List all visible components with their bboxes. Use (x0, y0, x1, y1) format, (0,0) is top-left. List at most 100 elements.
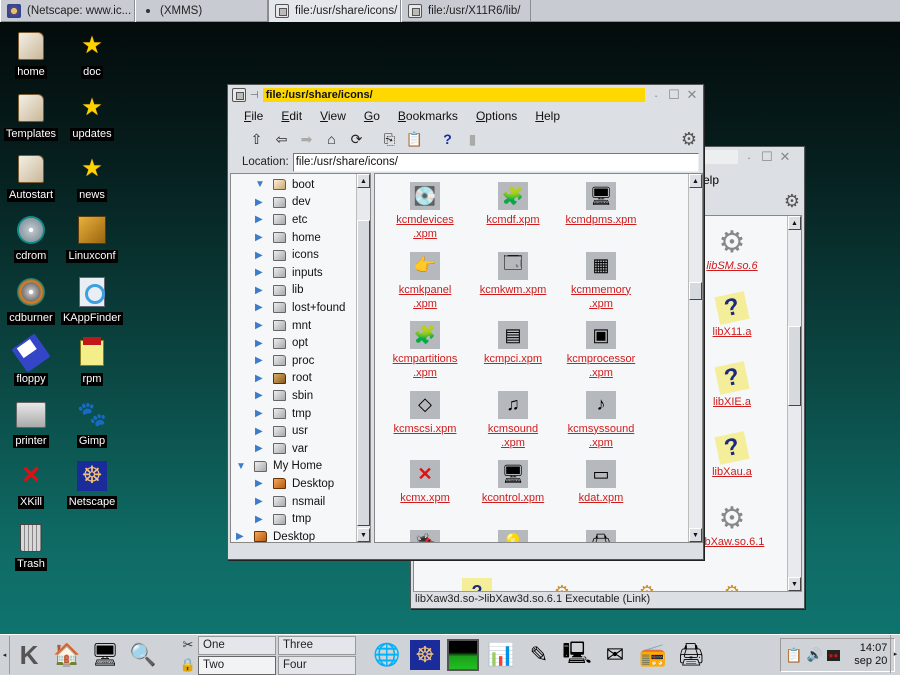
expand-arrow-icon[interactable]: ▶ (255, 390, 265, 401)
desktop-icon-news[interactable]: ★ news (61, 153, 123, 202)
kde-menu-button[interactable]: K (10, 636, 48, 674)
clipboard-icon[interactable]: 📋 (785, 647, 802, 664)
desktop-icon-cdburner[interactable]: cdburner (0, 276, 62, 325)
forward-button[interactable]: ➡ (294, 128, 319, 150)
window-menu-icon[interactable] (232, 88, 246, 102)
tree-item[interactable]: ▶ Desktop (255, 475, 334, 493)
file-item[interactable]: 👉 kcmkpanel .xpm (377, 251, 473, 311)
desktop-icon-xkill[interactable]: ✕ XKill (0, 460, 62, 509)
expand-arrow-icon[interactable]: ▶ (236, 531, 246, 542)
desktop-icon-updates[interactable]: ★ updates (61, 92, 123, 141)
help-button[interactable]: ? (435, 128, 460, 150)
tree-item[interactable]: ▶ lost+found (255, 299, 345, 317)
expand-arrow-icon[interactable]: ▶ (255, 373, 265, 384)
files-scrollbar[interactable]: ▲ ▼ (688, 174, 702, 542)
tree-item[interactable]: ▶ lib (255, 282, 304, 300)
task-xmms[interactable]: (XMMS) (135, 0, 268, 22)
desktop-icon-rpm[interactable]: rpm (61, 337, 123, 386)
clock[interactable]: 14:07 sep 20 (854, 642, 887, 668)
desktop-icon-gimp[interactable]: 🐾 Gimp (61, 399, 123, 448)
media-player-button[interactable]: 📻 (634, 636, 672, 674)
tree-item[interactable]: ▼ boot (255, 176, 314, 194)
minimize-button[interactable]: · (742, 150, 756, 165)
file-item[interactable]: 🖥 kcmdpms.xpm (553, 182, 649, 227)
find-files-button[interactable]: 🔍 (124, 636, 162, 674)
desktop-icon-floppy[interactable]: floppy (0, 333, 62, 386)
file-item[interactable]: ♪ kcmsyssound .xpm (553, 390, 649, 450)
desktop-two-button[interactable]: Two (198, 655, 276, 675)
tree-item[interactable]: ▶ opt (255, 334, 308, 352)
close-button[interactable]: ✕ (685, 87, 699, 102)
scroll-thumb[interactable] (689, 282, 702, 300)
expand-arrow-icon[interactable]: ▶ (255, 338, 265, 349)
file-item[interactable]: 🧩 kcmdf.xpm (465, 182, 561, 227)
pin-icon[interactable]: ⊣ (250, 90, 259, 101)
expand-arrow-icon[interactable]: ▶ (255, 426, 265, 437)
scroll-up-button[interactable]: ▲ (788, 216, 801, 230)
tree-item[interactable]: ▶ tmp (255, 405, 311, 423)
tree-item[interactable]: ▶ root (255, 370, 312, 388)
xmms-applet-icon[interactable]: ●● (826, 649, 841, 661)
file-item[interactable]: ◇ kcmscsi.xpm (377, 390, 473, 436)
maximize-button[interactable]: ☐ (760, 149, 774, 164)
menu-go[interactable]: Go (356, 109, 390, 123)
location-input[interactable] (292, 152, 699, 172)
expand-arrow-icon[interactable]: ▶ (255, 478, 265, 489)
desktop-icon-templates[interactable]: Templates (0, 92, 62, 141)
desktop-one-button[interactable]: One (198, 635, 276, 655)
desktop-four-button[interactable]: Four (278, 655, 356, 675)
expand-arrow-icon[interactable]: ▶ (255, 320, 265, 331)
tree-scrollbar[interactable]: ▲ ▼ (356, 174, 370, 542)
paste-button[interactable]: 📋 (402, 128, 427, 150)
expand-arrow-icon[interactable]: ▶ (255, 285, 265, 296)
tree-item[interactable]: ▶ proc (255, 352, 314, 370)
file-item[interactable]: 🗔 kcmkwm.xpm (465, 251, 561, 297)
scroll-down-button[interactable]: ▼ (357, 528, 370, 542)
menu-help-partial[interactable]: elp (703, 173, 719, 187)
tree-item[interactable]: ▶ inputs (255, 264, 323, 282)
cpu-monitor-button[interactable] (444, 636, 482, 674)
menu-bookmarks[interactable]: Bookmarks (390, 109, 468, 123)
stop-button[interactable]: ▮ (460, 128, 485, 150)
desktop-icon-kappfinder[interactable]: KAppFinder (60, 276, 124, 325)
files-scrollbar[interactable]: ▲ ▼ (787, 216, 801, 591)
up-button[interactable]: ⇧ (244, 128, 269, 150)
tree-item[interactable]: ▶ icons (255, 246, 319, 264)
file-item[interactable]: ⚙ (599, 578, 695, 592)
file-item[interactable]: ♫ kcmsound .xpm (465, 390, 561, 450)
network-button[interactable]: 🌐 (368, 636, 406, 674)
maximize-button[interactable]: ☐ (667, 87, 681, 102)
scroll-thumb[interactable] (788, 326, 801, 406)
expand-arrow-icon[interactable]: ▶ (255, 355, 265, 366)
file-item[interactable]: 💡 (465, 529, 561, 542)
tree-item[interactable]: ▶ sbin (255, 387, 313, 405)
minimize-button[interactable]: · (649, 88, 663, 103)
tree-item[interactable]: ▶ tmp (255, 510, 311, 528)
volume-icon[interactable]: 🔊 (806, 647, 822, 663)
file-item[interactable]: 🖥 kcontrol.xpm (465, 460, 561, 505)
panel-hide-button-right[interactable]: ▸ (890, 635, 900, 673)
tree-item[interactable]: ▶ var (255, 440, 308, 458)
desktop-icon-printer[interactable]: printer (0, 399, 62, 448)
collapse-arrow-icon[interactable]: ▼ (255, 179, 265, 190)
panel-hide-button[interactable]: ◂ (0, 636, 10, 674)
expand-arrow-icon[interactable]: ▶ (255, 197, 265, 208)
close-button[interactable]: ✕ (778, 149, 792, 164)
expand-arrow-icon[interactable]: ▶ (255, 496, 265, 507)
file-item[interactable]: 🧩 kcmpartitions .xpm (377, 321, 473, 380)
reload-button[interactable]: ⟳ (344, 128, 369, 150)
tree-item[interactable]: ▶ etc (255, 211, 307, 229)
expand-arrow-icon[interactable]: ▶ (255, 214, 265, 225)
file-item[interactable]: ⚙ (514, 578, 610, 592)
file-item[interactable]: ▣ kcmprocessor .xpm (553, 321, 649, 380)
scroll-down-button[interactable]: ▼ (689, 528, 702, 542)
tree-item[interactable]: ▶ dev (255, 194, 311, 212)
home-launcher-button[interactable]: 🏠 (48, 636, 86, 674)
scroll-up-button[interactable]: ▲ (357, 174, 370, 188)
tree-item[interactable]: ▼ My Home (236, 458, 322, 476)
tree-item[interactable]: ▶ nsmail (255, 493, 325, 511)
desktop-icon-cdrom[interactable]: cdrom (0, 214, 62, 263)
desktop-icon-trash[interactable]: Trash (0, 522, 62, 571)
task-netscape[interactable]: (Netscape: www.ic... (0, 0, 135, 22)
mail-button[interactable]: ✉ (596, 636, 634, 674)
